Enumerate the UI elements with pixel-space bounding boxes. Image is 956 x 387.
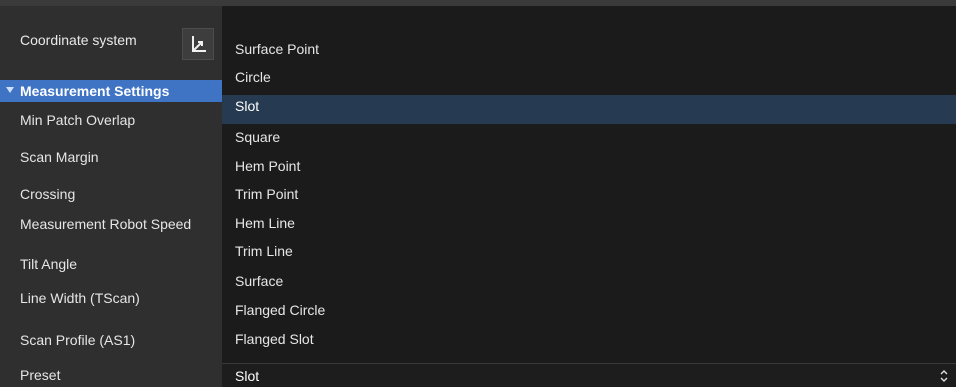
up-down-arrows-icon[interactable] — [940, 369, 948, 383]
coordinate-system-label: Coordinate system — [20, 32, 137, 48]
section-title: Measurement Settings — [20, 83, 170, 99]
property-min-patch-overlap: Min Patch Overlap — [20, 112, 136, 128]
coordinate-system-row: Coordinate system — [0, 6, 222, 76]
dropdown-option[interactable]: Surface Point — [222, 38, 956, 60]
preset-select[interactable]: Slot — [222, 363, 956, 387]
dropdown-option[interactable]: Flanged Slot — [222, 328, 956, 350]
property-crossing: Crossing — [20, 186, 76, 202]
dropdown-option[interactable]: Flanged Circle — [222, 299, 956, 321]
property-preset: Preset — [20, 367, 61, 383]
property-editor: Coordinate system Measurement Settings M… — [0, 0, 956, 387]
dropdown-option[interactable]: Hem Point — [222, 155, 956, 177]
dropdown-option[interactable]: Surface — [222, 270, 956, 292]
select-value: Slot — [235, 368, 260, 384]
coordinate-system-button[interactable] — [182, 28, 214, 60]
dropdown-option[interactable]: Square — [222, 126, 956, 148]
dropdown-option[interactable]: Circle — [222, 66, 956, 88]
property-scan-margin: Scan Margin — [20, 149, 99, 165]
dropdown-option[interactable]: Trim Line — [222, 240, 956, 262]
property-measurement-robot-speed: Measurement Robot Speed — [20, 216, 192, 232]
measurement-settings-header[interactable]: Measurement Settings — [0, 80, 222, 102]
property-scan-profile: Scan Profile (AS1) — [20, 332, 136, 348]
property-line-width: Line Width (TScan) — [20, 290, 140, 306]
dropdown-option[interactable]: Trim Point — [222, 183, 956, 205]
property-tilt-angle: Tilt Angle — [20, 256, 78, 272]
axes-icon — [192, 36, 206, 52]
dropdown-option[interactable]: Hem Line — [222, 212, 956, 234]
dropdown-option-highlighted[interactable]: Slot — [222, 95, 956, 124]
triangle-down-icon[interactable] — [6, 87, 14, 93]
